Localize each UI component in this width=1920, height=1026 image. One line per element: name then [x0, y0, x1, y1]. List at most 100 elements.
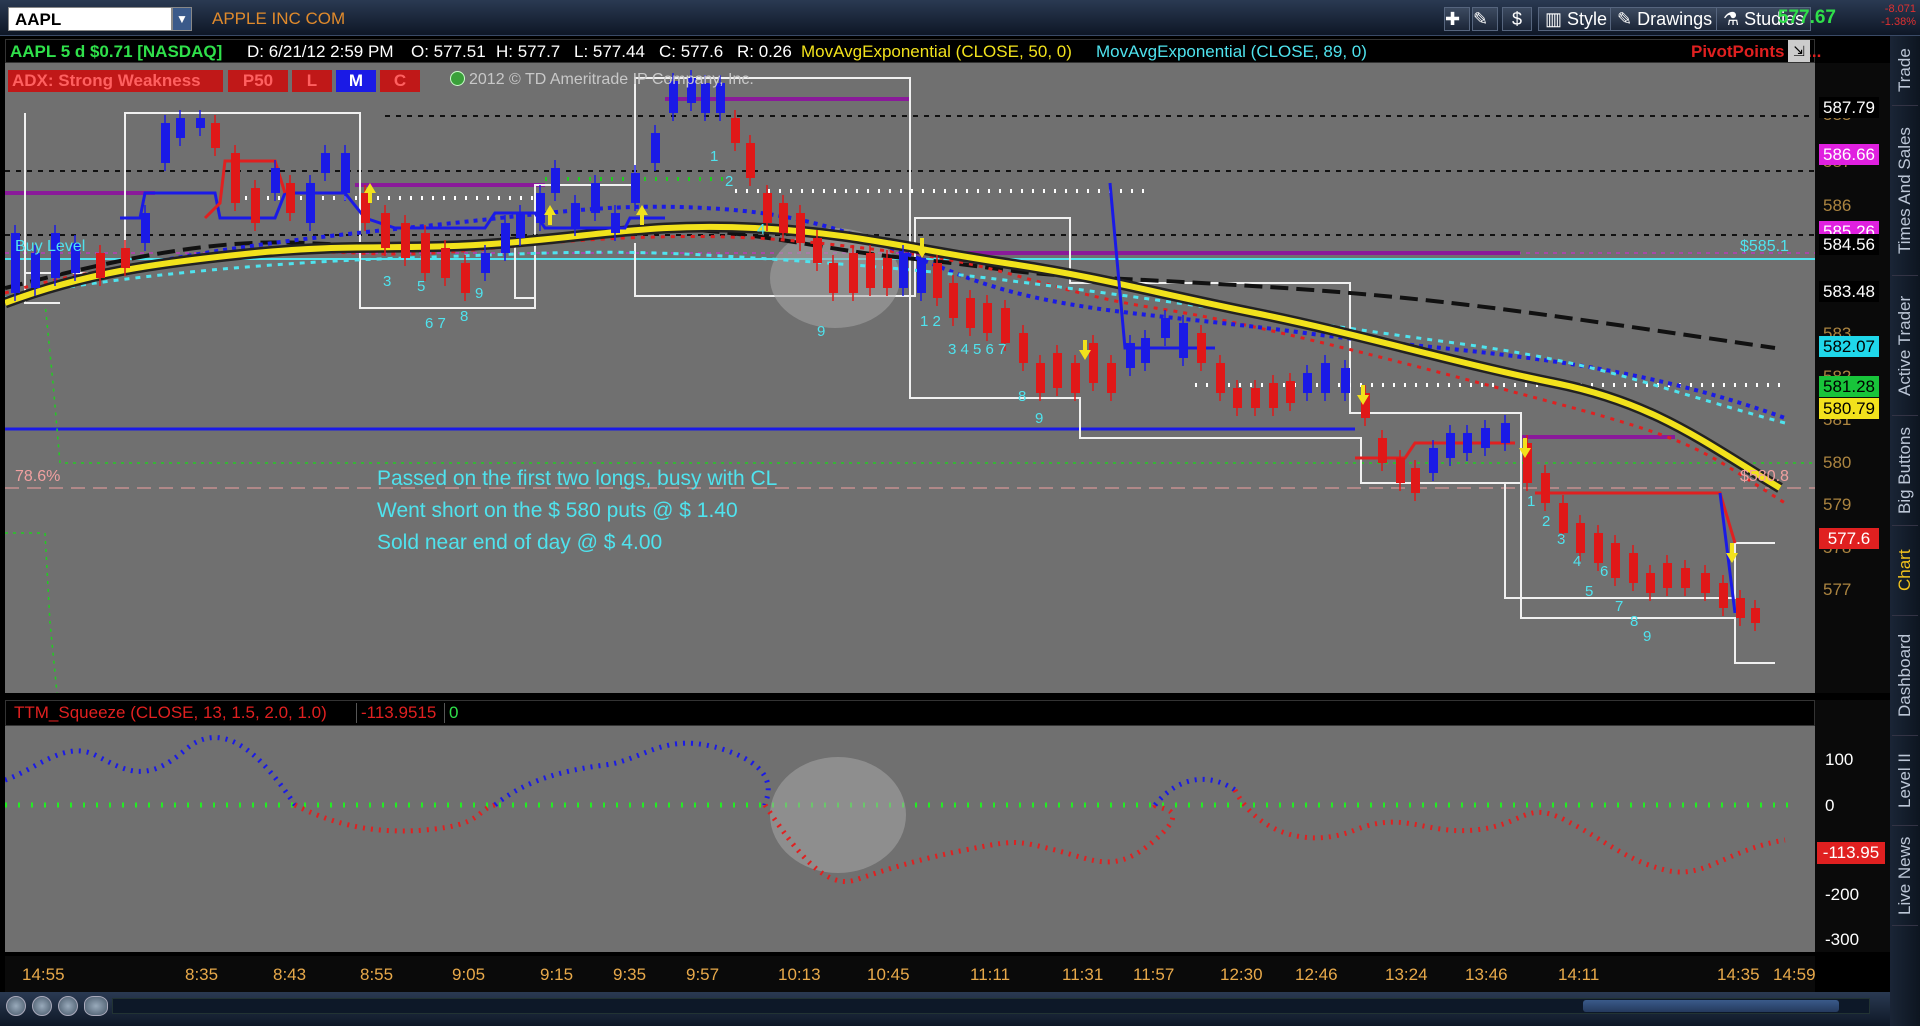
zoom-fit-icon[interactable]: [84, 996, 108, 1016]
count-d9: 9: [1643, 628, 1652, 645]
right-tab-chart[interactable]: Chart: [1892, 526, 1918, 616]
chart-settings-icon[interactable]: ⇲: [1788, 40, 1810, 62]
symbol-description: AAPL 5 d $0.71 [NASDAQ]: [10, 42, 223, 61]
price-chart[interactable]: 1 2 4 9 1 2 3 4 5 6 7 8 9 3 5 6 7 8 9 1 …: [5, 63, 1815, 693]
right-tab-big-buttons[interactable]: Big Buttons: [1892, 416, 1918, 526]
dollar-button[interactable]: $: [1502, 7, 1532, 31]
symbol-input[interactable]: AAPL: [8, 7, 172, 31]
adx-label: ADX: Strong Weakness: [8, 70, 223, 92]
count-4: 4: [757, 221, 766, 238]
symbol-dropdown-button[interactable]: ▼: [172, 7, 192, 31]
right-tab-level-ii[interactable]: Level II: [1892, 736, 1918, 826]
scrollbar-thumb[interactable]: [1583, 1000, 1839, 1012]
style-icon: ▥: [1545, 9, 1568, 29]
price-label: 587.79: [1819, 97, 1879, 118]
level-580-label: $580.8: [1740, 468, 1789, 485]
right-tab-live-news[interactable]: Live News: [1892, 826, 1918, 926]
change-abs: -8.071: [1884, 3, 1916, 15]
m-badge: M: [336, 70, 376, 92]
time-tick: 12:30: [1220, 965, 1263, 984]
lower-tick-200: -200: [1825, 885, 1860, 904]
lower-tick-100: 100: [1825, 750, 1854, 769]
time-tick: 13:46: [1465, 965, 1508, 984]
drawings-label: Drawings: [1637, 9, 1713, 29]
right-tab-times-and-sales[interactable]: Times And Sales: [1892, 106, 1918, 276]
count-d6: 6: [1600, 563, 1609, 580]
time-tick: 8:35: [185, 965, 219, 984]
wrench-icon[interactable]: ✎: [1472, 7, 1498, 31]
price-axis[interactable]: 588587586585584583582581580579578577587.…: [1815, 63, 1890, 693]
count-3: 3: [383, 273, 392, 290]
info-icon[interactable]: [450, 71, 465, 86]
time-tick: 9:05: [452, 965, 486, 984]
zoom-in-icon[interactable]: [32, 996, 52, 1016]
chart-info-bar: AAPL 5 d $0.71 [NASDAQ] D: 6/21/12 2:59 …: [5, 39, 1821, 63]
annotation-note: Passed on the first two longs, busy with…: [377, 463, 777, 559]
price-label: 577.6: [1819, 528, 1879, 549]
bar-open: O: 577.51: [411, 42, 486, 61]
count-d2: 2: [1542, 513, 1551, 530]
right-tab-dashboard[interactable]: Dashboard: [1892, 616, 1918, 736]
price-label: 580.79: [1819, 398, 1879, 419]
bar-high: H: 577.7: [496, 42, 561, 61]
pencil-icon: ✎: [1617, 9, 1638, 29]
count-d8: 8: [1630, 613, 1639, 630]
time-tick: 10:45: [867, 965, 910, 984]
count-seq-b: 3 4 5 6 7: [948, 341, 1007, 358]
bar-date: D: 6/21/12 2:59 PM: [247, 42, 394, 61]
time-tick: 10:13: [778, 965, 821, 984]
price-change: -8.071 -1.38%: [1881, 3, 1916, 29]
right-tab-active-trader[interactable]: Active Trader: [1892, 276, 1918, 416]
time-tick: 11:57: [1133, 965, 1175, 984]
count-9b: 9: [1035, 410, 1044, 427]
count-8b: 8: [460, 308, 469, 325]
count-5: 5: [417, 278, 426, 295]
count-1: 1: [710, 148, 719, 165]
count-d3: 3: [1557, 531, 1566, 548]
note-line-3: Sold near end of day @ $ 4.00: [377, 531, 663, 554]
company-name: APPLE INC COM: [212, 9, 346, 28]
note-line-1: Passed on the first two longs, busy with…: [377, 467, 778, 490]
time-tick: 13:24: [1385, 965, 1428, 984]
count-8: 8: [1018, 388, 1027, 405]
price-label: 582.07: [1819, 336, 1879, 357]
level-585-label: $585.1: [1740, 238, 1789, 255]
right-tab-trade[interactable]: Trade: [1892, 36, 1918, 106]
note-line-2: Went short on the $ 580 puts @ $ 1.40: [377, 499, 738, 522]
time-axis[interactable]: 14:55 8:35 8:43 8:55 9:05 9:15 9:35 9:57 10:13 10…: [5, 956, 1816, 992]
fib-level-label: 78.6%: [15, 468, 61, 485]
ema50-label[interactable]: MovAvgExponential (CLOSE, 50, 0): [801, 41, 1072, 63]
count-seq-a: 1 2: [920, 313, 941, 330]
count-9: 9: [817, 323, 826, 340]
price-label: 586.66: [1819, 144, 1879, 165]
copyright-text: 2012 © TD Ameritrade IP Company, Inc.: [469, 71, 754, 88]
crosshair-icon[interactable]: ✚: [1444, 7, 1470, 31]
style-button[interactable]: ▥ Style: [1538, 7, 1615, 31]
style-label: Style: [1567, 9, 1608, 29]
bottom-bar: [0, 992, 1890, 1026]
p50-badge: P50: [228, 70, 288, 92]
ema89-label[interactable]: MovAvgExponential (CLOSE, 89, 0): [1096, 41, 1367, 63]
last-price: 577.67: [1777, 7, 1836, 28]
ttm-study-label[interactable]: TTM_Squeeze (CLOSE, 13, 1.5, 2.0, 1.0): [14, 703, 327, 723]
price-tick: 586: [1823, 196, 1852, 215]
right-tab-strip: Trade Times And Sales Active Trader Big But…: [1890, 36, 1920, 1026]
time-tick: 11:31: [1062, 965, 1104, 984]
count-67: 6 7: [425, 315, 446, 332]
lower-axis[interactable]: 100 0 -200 -300 -113.95: [1815, 700, 1890, 952]
count-d1: 1: [1527, 493, 1536, 510]
pan-icon[interactable]: [6, 996, 26, 1016]
time-tick: 8:43: [273, 965, 307, 984]
zoom-out-icon[interactable]: [58, 996, 78, 1016]
count-d5: 5: [1585, 583, 1594, 600]
drawings-button[interactable]: ✎ Drawings: [1610, 7, 1720, 31]
time-tick: 9:35: [613, 965, 647, 984]
time-tick: 11:11: [970, 965, 1011, 984]
price-tick: 577: [1823, 580, 1852, 599]
ttm-squeeze-panel[interactable]: [5, 700, 1815, 952]
buy-level-label: Buy Level: [15, 238, 86, 255]
horizontal-scrollbar[interactable]: [112, 998, 1870, 1014]
flask-icon: ⚗: [1723, 9, 1745, 29]
price-label: 581.28: [1819, 376, 1879, 397]
time-tick: 12:46: [1295, 965, 1338, 984]
